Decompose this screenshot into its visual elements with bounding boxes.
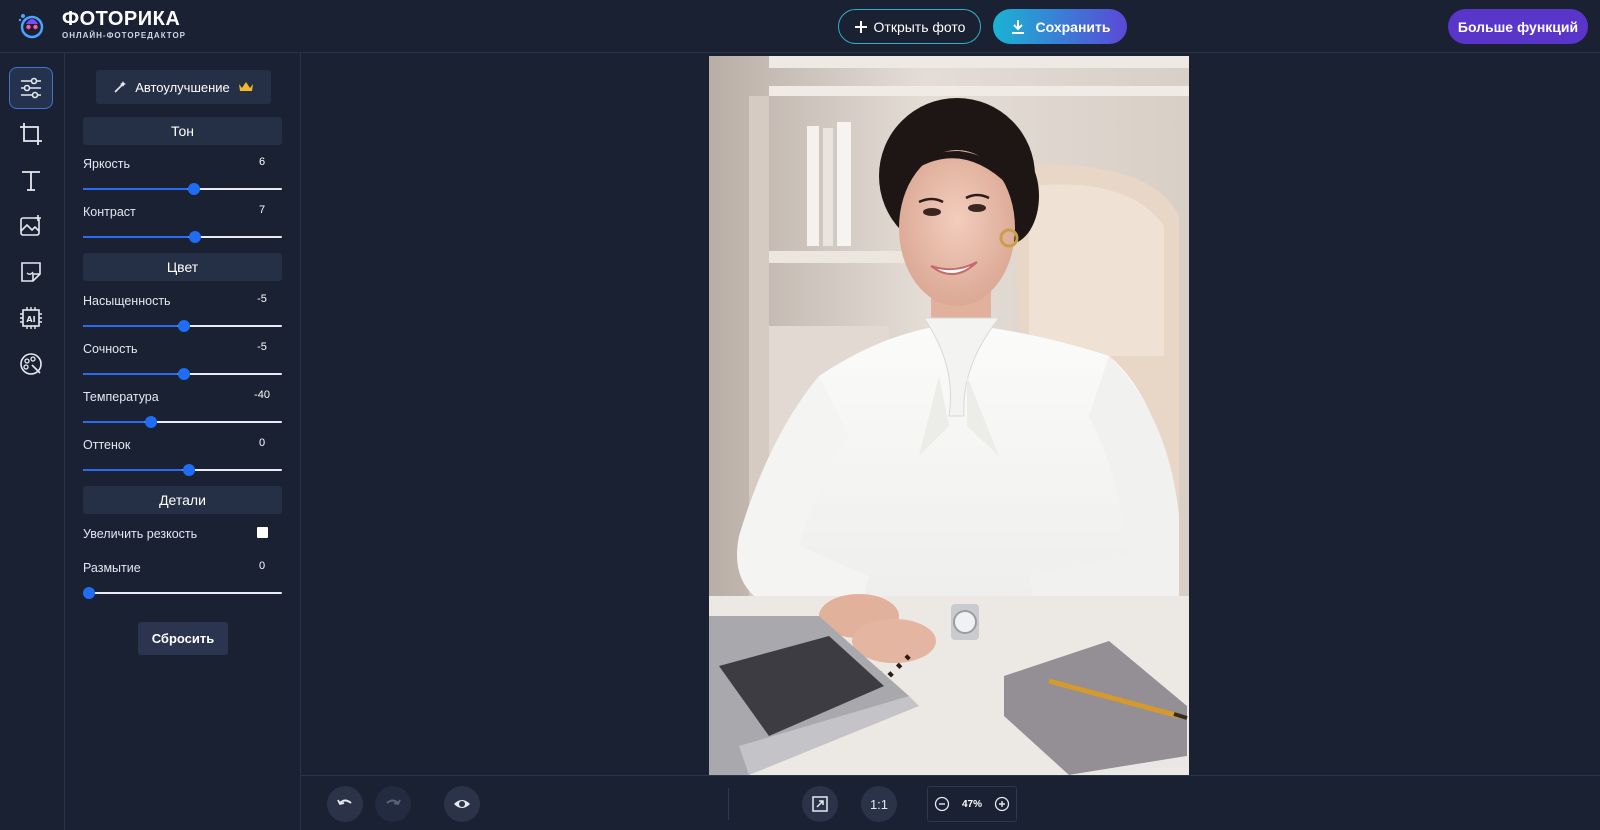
- vibrance-label: Сочность: [83, 342, 138, 356]
- magic-wand-icon: [114, 81, 127, 93]
- header: ФОТОРИКА ОНЛАЙН-ФОТОРЕДАКТОР Открыть фот…: [0, 0, 1600, 53]
- slider-thumb[interactable]: [83, 587, 95, 599]
- more-features-label: Больше функций: [1457, 18, 1579, 35]
- fit-screen-icon: [812, 796, 828, 812]
- zoom-out-icon[interactable]: [934, 796, 950, 812]
- auto-enhance-button[interactable]: Автоулучшение: [96, 70, 271, 104]
- open-photo-button[interactable]: Открыть фото: [838, 9, 981, 44]
- contrast-slider[interactable]: [83, 230, 282, 244]
- brightness-value: 6: [258, 156, 266, 168]
- blur-slider[interactable]: [83, 586, 282, 600]
- slider-thumb[interactable]: [182, 464, 195, 476]
- rail-ai[interactable]: AI: [9, 297, 53, 339]
- saturation-slider[interactable]: [83, 319, 282, 333]
- temperature-slider[interactable]: [83, 415, 282, 429]
- rail-palette[interactable]: [9, 343, 53, 385]
- preview-button[interactable]: [444, 786, 480, 822]
- saturation-label: Насыщенность: [83, 294, 171, 308]
- palette-icon: [20, 353, 42, 375]
- zoom-in-icon[interactable]: [994, 796, 1010, 812]
- rail-add-image[interactable]: [9, 205, 53, 247]
- rail-crop[interactable]: [9, 113, 53, 155]
- app-tagline: ОНЛАЙН-ФОТОРЕДАКТОР: [62, 30, 187, 40]
- brightness-slider[interactable]: [83, 182, 282, 196]
- tool-rail: AI: [0, 53, 65, 830]
- rail-adjust[interactable]: [9, 67, 53, 109]
- reset-button[interactable]: Сбросить: [138, 622, 228, 655]
- eye-icon: [454, 800, 470, 808]
- sharpen-label: Увеличить резкость: [83, 527, 198, 541]
- crown-icon: [238, 82, 253, 91]
- slider-thumb[interactable]: [188, 183, 201, 195]
- sharpen-checkbox[interactable]: [257, 527, 268, 538]
- undo-icon: [337, 799, 352, 806]
- rail-sticker[interactable]: [9, 251, 53, 293]
- save-button[interactable]: Сохранить: [993, 9, 1127, 44]
- toolbar-divider: [728, 788, 729, 820]
- contrast-label: Контраст: [83, 205, 136, 219]
- zoom-control: 47%: [927, 786, 1017, 822]
- actual-size-button[interactable]: 1:1: [861, 786, 897, 822]
- section-tone: Тон: [83, 117, 282, 145]
- tint-slider[interactable]: [83, 463, 282, 477]
- save-label: Сохранить: [1035, 18, 1111, 35]
- slider-thumb[interactable]: [189, 231, 202, 243]
- logo-icon: [18, 14, 44, 39]
- saturation-value: -5: [257, 293, 267, 305]
- crop-icon: [20, 123, 42, 145]
- temperature-label: Температура: [83, 390, 159, 404]
- add-image-icon: [20, 215, 41, 236]
- redo-icon: [386, 799, 401, 806]
- bottom-toolbar: 1:1 47%: [301, 775, 1600, 830]
- text-icon: [22, 171, 40, 191]
- rail-text[interactable]: [9, 159, 53, 201]
- blur-label: Размытие: [83, 561, 141, 575]
- zoom-value: 47%: [961, 798, 982, 810]
- adjust-icon: [21, 77, 41, 99]
- redo-button[interactable]: [375, 786, 411, 822]
- ai-icon: AI: [20, 307, 42, 329]
- slider-thumb[interactable]: [177, 368, 190, 380]
- auto-enhance-label: Автоулучшение: [135, 79, 230, 95]
- vibrance-value: -5: [257, 341, 267, 353]
- app-name: ФОТОРИКА: [62, 7, 181, 30]
- sticker-icon: [21, 262, 41, 282]
- section-details: Детали: [83, 486, 282, 514]
- more-features-button[interactable]: Больше функций: [1448, 9, 1588, 44]
- slider-thumb[interactable]: [144, 416, 157, 428]
- vibrance-slider[interactable]: [83, 367, 282, 381]
- brightness-label: Яркость: [83, 157, 131, 171]
- tint-value: 0: [258, 437, 266, 449]
- section-color: Цвет: [83, 253, 282, 281]
- blur-value: 0: [258, 560, 266, 572]
- photo-image: [709, 56, 1189, 775]
- edited-photo[interactable]: [709, 56, 1189, 775]
- download-icon: [1011, 19, 1024, 34]
- logo[interactable]: ФОТОРИКА ОНЛАЙН-ФОТОРЕДАКТОР: [16, 8, 186, 40]
- undo-button[interactable]: [327, 786, 363, 822]
- temperature-value: -40: [254, 389, 270, 401]
- svg-text:AI: AI: [26, 315, 35, 324]
- adjust-panel: Автоулучшение Тон Яркость 6 Контраст 7 Ц…: [65, 53, 301, 830]
- plus-icon: [854, 20, 867, 33]
- open-photo-label: Открыть фото: [873, 18, 966, 35]
- tint-label: Оттенок: [83, 438, 131, 452]
- slider-thumb[interactable]: [177, 320, 190, 332]
- fit-screen-button[interactable]: [802, 786, 838, 822]
- actual-size-label: 1:1: [869, 796, 889, 812]
- contrast-value: 7: [258, 204, 266, 216]
